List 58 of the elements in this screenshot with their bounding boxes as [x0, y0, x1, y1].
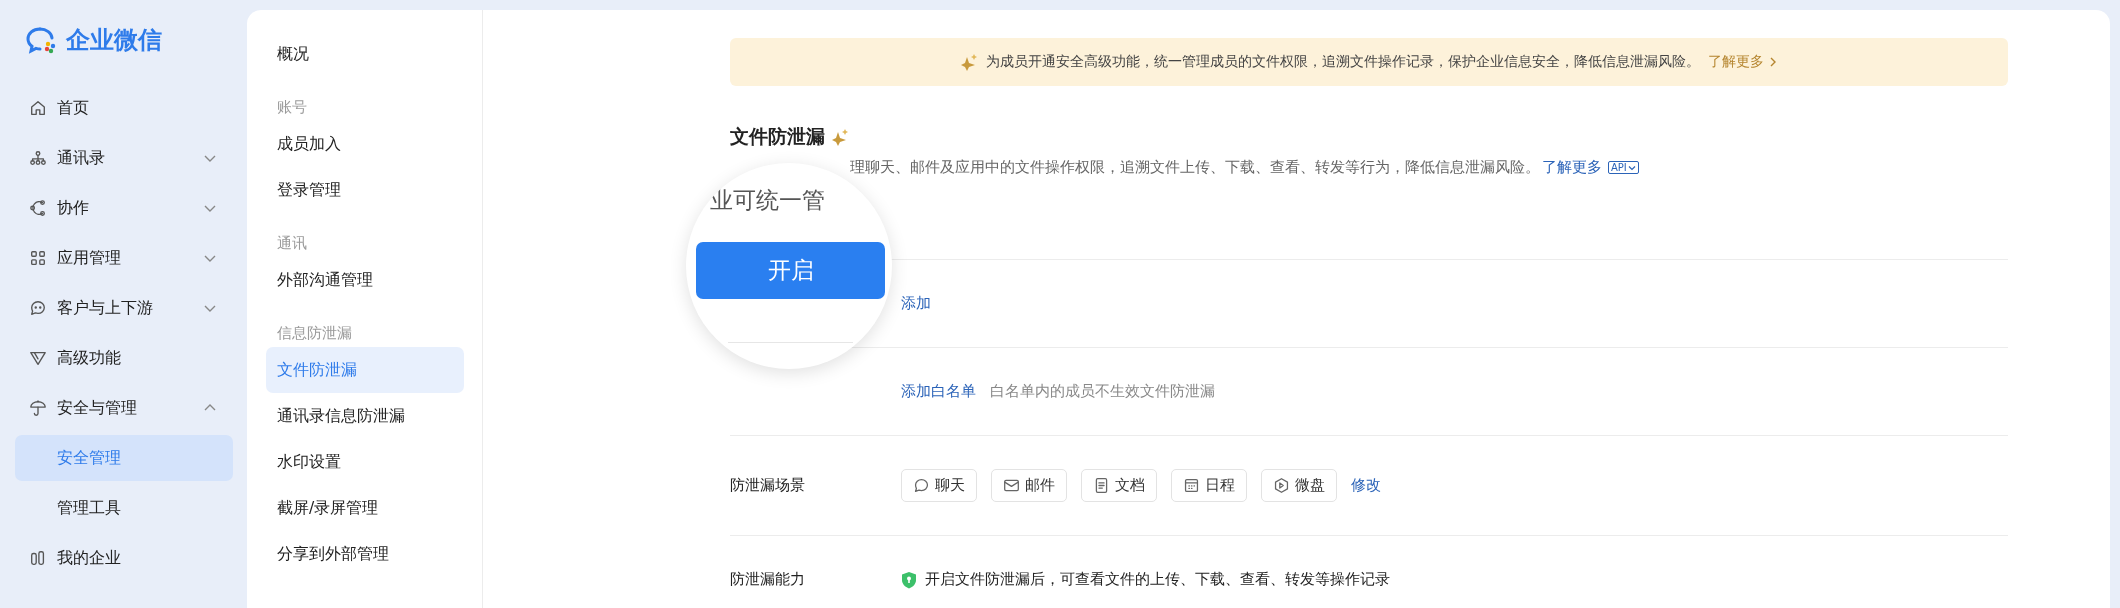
- chip-label: 微盘: [1295, 476, 1325, 495]
- section-heading: 通讯: [277, 234, 307, 253]
- triangle-icon: [29, 349, 47, 367]
- nav-item[interactable]: 我的企业: [0, 533, 247, 583]
- description-text: 理聊天、邮件及应用中的文件操作权限，追溯文件上传、下载、查看、转发等行为，降低信息泄漏风险。: [850, 158, 1540, 177]
- menu-item[interactable]: 文件防泄漏: [266, 347, 464, 393]
- chat-bubble-icon: [29, 299, 47, 317]
- home-icon: [29, 99, 47, 117]
- document-icon: [1093, 477, 1110, 494]
- calendar-icon: [1183, 477, 1200, 494]
- collaboration-icon: [29, 199, 47, 217]
- add-link[interactable]: 添加: [901, 294, 931, 313]
- nav-item[interactable]: 客户与上下游: [0, 283, 247, 333]
- hexagon-play-icon: [1273, 477, 1290, 494]
- sparkle-icon: [831, 128, 849, 146]
- chip-label: 聊天: [935, 476, 965, 495]
- edit-link[interactable]: 修改: [1351, 476, 1381, 495]
- nav-item[interactable]: 安全与管理: [0, 383, 247, 433]
- enable-button[interactable]: 开启: [696, 242, 885, 299]
- menu-item[interactable]: 水印设置: [266, 439, 464, 485]
- nav-item[interactable]: 通讯录: [0, 133, 247, 183]
- menu-item[interactable]: 分享到外部管理: [266, 531, 464, 577]
- nav-item[interactable]: 协作: [0, 183, 247, 233]
- chip-label: 日程: [1205, 476, 1235, 495]
- chip-label: 邮件: [1025, 476, 1055, 495]
- org-chart-icon: [29, 149, 47, 167]
- add-link[interactable]: 添加白名单: [901, 382, 976, 401]
- row-label: 防泄漏能力: [730, 571, 805, 587]
- menu-item[interactable]: 通讯录信息防泄漏: [266, 393, 464, 439]
- logo-text: 企业微信: [66, 25, 162, 56]
- nav-item[interactable]: 首页: [0, 83, 247, 133]
- sparkle-icon: [959, 53, 978, 71]
- menu-item[interactable]: 截屏/录屏管理: [266, 485, 464, 531]
- nav-subitem[interactable]: 管理工具: [15, 485, 233, 531]
- nav-item[interactable]: 应用管理: [0, 233, 247, 283]
- logo-icon: [26, 26, 58, 54]
- menu-item[interactable]: 概况: [266, 31, 464, 77]
- learn-more-link[interactable]: 了解更多: [1542, 158, 1602, 177]
- feature-text: 开启文件防泄漏后，可查看文件的上传、下载、查看、转发等操作记录: [925, 570, 1390, 589]
- menu-item[interactable]: 成员加入: [266, 121, 464, 167]
- banner-text: 为成员开通安全高级功能，统一管理成员的文件权限，追溯文件操作记录，保护企业信息安全，降低信息泄漏风险。: [985, 53, 1700, 71]
- row-label: 防泄漏场景: [730, 477, 805, 493]
- section-heading: 信息防泄漏: [277, 324, 352, 343]
- magnified-text: 业可统一管: [710, 186, 825, 215]
- apps-icon: [29, 249, 47, 267]
- umbrella-icon: [29, 399, 47, 417]
- shield-icon: [901, 570, 917, 589]
- chip-label: 文档: [1115, 476, 1145, 495]
- menu-item[interactable]: 登录管理: [266, 167, 464, 213]
- building-icon: [29, 549, 47, 567]
- menu-item[interactable]: 外部沟通管理: [266, 257, 464, 303]
- nav-item[interactable]: 高级功能: [0, 333, 247, 383]
- chat-bubble-icon: [913, 477, 930, 494]
- section-heading: 账号: [277, 98, 307, 117]
- hint-text: 白名单内的成员不生效文件防泄漏: [990, 382, 1215, 401]
- page-title: 文件防泄漏: [730, 124, 825, 149]
- api-badge[interactable]: API: [1608, 161, 1639, 174]
- mail-icon: [1003, 477, 1020, 494]
